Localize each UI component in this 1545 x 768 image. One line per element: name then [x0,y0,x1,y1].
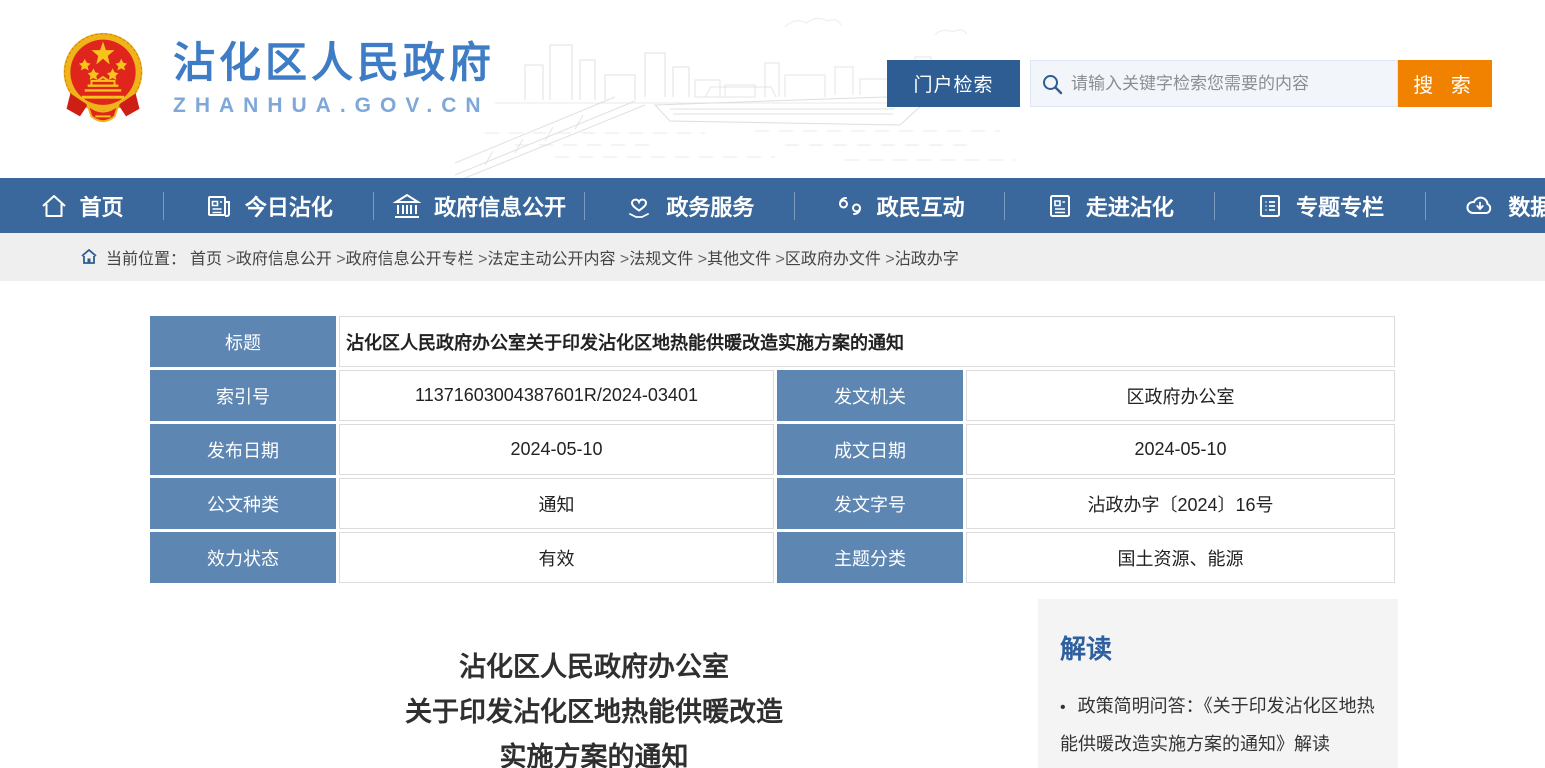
meta-label-doc-type: 公文种类 [150,478,336,529]
meta-value-theme-category: 国土资源、能源 [966,532,1395,583]
search-input[interactable] [1071,74,1387,94]
site-logo[interactable]: 沾化区人民政府 ZHANHUA.GOV.CN [55,28,495,128]
newspaper-icon [205,192,233,220]
document-meta-section: 标题 沾化区人民政府办公室关于印发沾化区地热能供暖改造实施方案的通知 索引号 1… [150,316,1398,583]
meta-label-issuing-agency: 发文机关 [777,370,963,421]
nav-item-label: 政务服务 [666,190,754,222]
meta-label-doc-number: 发文字号 [777,478,963,529]
bullet-icon: • [1060,699,1066,716]
breadcrumb-item[interactable]: 首页 [190,245,236,269]
nav-inner: 首页 今日沾化 政府信息公 [0,178,1545,233]
cloud-download-icon [1464,192,1496,220]
list-icon [1256,192,1284,220]
nav-item-label: 数据开放 [1508,190,1545,222]
nav-item-about[interactable]: 走进沾化 [1005,178,1214,233]
nav-item-label: 今日沾化 [245,190,333,222]
document-title-line: 实施方案的通知 [150,735,1038,768]
meta-value-title: 沾化区人民政府办公室关于印发沾化区地热能供暖改造实施方案的通知 [339,316,1395,367]
search-area: 门户检索 搜 索 [887,60,1492,107]
meta-label-validity-status: 效力状态 [150,532,336,583]
nav-item-special-columns[interactable]: 专题专栏 [1215,178,1424,233]
document-icon [1046,192,1074,220]
meta-value-publish-date: 2024-05-10 [339,424,774,475]
nav-item-label: 首页 [80,190,124,222]
interpretation-link[interactable]: •政策简明问答：《关于印发沾化区地热能供暖改造实施方案的通知》解读 [1060,688,1376,763]
nav-item-label: 政民互动 [877,190,965,222]
breadcrumb-home-icon [80,249,98,265]
meta-value-doc-number: 沾政办字〔2024〕16号 [966,478,1395,529]
meta-label-written-date: 成文日期 [777,424,963,475]
portal-search-button[interactable]: 门户检索 [887,60,1020,107]
nav-item-home[interactable]: 首页 [0,178,163,233]
nav-item-gov-info[interactable]: 政府信息公开 [374,178,583,233]
nav-item-interaction[interactable]: 政民互动 [795,178,1004,233]
nav-item-label: 政府信息公开 [434,190,566,222]
breadcrumb-item[interactable]: 法规文件 [629,245,707,269]
page: 沾化区人民政府 ZHANHUA.GOV.CN 门户检索 搜 索 [0,0,1545,768]
site-header: 沾化区人民政府 ZHANHUA.GOV.CN 门户检索 搜 索 [0,0,1545,178]
breadcrumb: 当前位置： 首页 政府信息公开 政府信息公开专栏 法定主动公开内容 法规文件 其… [0,233,1545,281]
home-icon [40,192,68,220]
meta-label-title: 标题 [150,316,336,367]
interpretation-link-text: 政策简明问答：《关于印发沾化区地热能供暖改造实施方案的通知》解读 [1060,696,1375,754]
breadcrumb-item[interactable]: 其他文件 [707,245,785,269]
site-titles: 沾化区人民政府 ZHANHUA.GOV.CN [173,38,495,118]
meta-value-validity-status: 有效 [339,532,774,583]
nav-item-today[interactable]: 今日沾化 [164,178,373,233]
meta-value-written-date: 2024-05-10 [966,424,1395,475]
breadcrumb-item[interactable]: 政府信息公开专栏 [346,245,488,269]
site-name: 沾化区人民政府 [173,38,495,88]
breadcrumb-prefix: 当前位置： [106,245,186,269]
meta-label-theme-category: 主题分类 [777,532,963,583]
meta-table: 标题 沾化区人民政府办公室关于印发沾化区地热能供暖改造实施方案的通知 索引号 1… [150,316,1398,583]
breadcrumb-item[interactable]: 沾政办字 [895,245,959,269]
nav-item-services[interactable]: 政务服务 [585,178,794,233]
interpretation-panel: 解读 •政策简明问答：《关于印发沾化区地热能供暖改造实施方案的通知》解读 [1038,599,1398,768]
government-building-icon [392,192,422,220]
nav-item-open-data[interactable]: 数据开放 [1426,178,1545,233]
search-button[interactable]: 搜 索 [1398,60,1492,107]
interpretation-heading: 解读 [1060,629,1376,666]
document-title-line: 关于印发沾化区地热能供暖改造 [150,690,1038,735]
document-title-line: 沾化区人民政府办公室 [150,645,1038,690]
national-emblem-icon [55,28,151,128]
site-domain: ZHANHUA.GOV.CN [173,94,495,118]
breadcrumb-item[interactable]: 区政府办文件 [785,245,895,269]
search-icon [1041,73,1063,95]
main-nav: 首页 今日沾化 政府信息公 [0,178,1545,233]
breadcrumb-item[interactable]: 政府信息公开 [236,245,346,269]
meta-label-index-number: 索引号 [150,370,336,421]
search-box [1030,60,1398,107]
nav-item-label: 专题专栏 [1296,190,1384,222]
meta-label-publish-date: 发布日期 [150,424,336,475]
breadcrumb-item[interactable]: 法定主动公开内容 [487,245,629,269]
nav-item-label: 走进沾化 [1086,190,1174,222]
meta-value-index-number: 11371603004387601R/2024-03401 [339,370,774,421]
dialogue-icon [835,192,865,220]
meta-value-issuing-agency: 区政府办公室 [966,370,1395,421]
document-title: 沾化区人民政府办公室 关于印发沾化区地热能供暖改造 实施方案的通知 [150,599,1038,768]
meta-value-doc-type: 通知 [339,478,774,529]
document-body-section: 沾化区人民政府办公室 关于印发沾化区地热能供暖改造 实施方案的通知 解读 •政策… [150,599,1398,768]
service-hands-icon [624,192,654,220]
